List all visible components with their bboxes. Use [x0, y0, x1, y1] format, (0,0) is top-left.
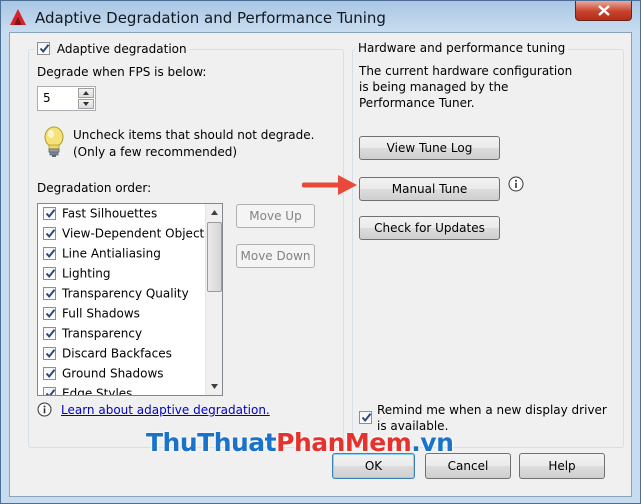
title-bar[interactable]: Adaptive Degradation and Performance Tun… [1, 1, 640, 33]
remind-driver-checkbox[interactable] [359, 410, 372, 424]
info-icon [37, 402, 52, 417]
list-item[interactable]: Transparency Quality [43, 286, 189, 306]
arrow-down-icon [83, 102, 89, 106]
spin-up-button[interactable] [78, 88, 94, 98]
item-label: View-Dependent Objects [62, 226, 211, 241]
check-icon [45, 329, 56, 339]
move-up-button[interactable]: Move Up [236, 204, 315, 228]
check-icon [361, 413, 372, 423]
list-item[interactable]: Fast Silhouettes [43, 206, 157, 226]
scroll-down-button[interactable] [206, 378, 222, 395]
item-checkbox[interactable] [43, 327, 56, 340]
list-item[interactable]: Discard Backfaces [43, 346, 172, 366]
item-label: Discard Backfaces [62, 346, 172, 361]
list-item[interactable]: Ground Shadows [43, 366, 164, 386]
check-icon [45, 229, 56, 239]
item-label: Ground Shadows [62, 366, 164, 381]
item-checkbox[interactable] [43, 267, 56, 280]
item-label: Transparency [62, 326, 143, 341]
tuner-desc-line-2: is being managed by the [359, 80, 509, 94]
red-arrow-annotation [302, 175, 357, 195]
check-for-updates-button[interactable]: Check for Updates [359, 216, 500, 240]
check-icon [45, 269, 56, 279]
item-checkbox[interactable] [43, 247, 56, 260]
item-checkbox[interactable] [43, 227, 56, 240]
check-icon [45, 289, 56, 299]
item-label: Fast Silhouettes [62, 206, 158, 221]
watermark-part-2: PhanMem [276, 428, 412, 457]
help-button[interactable]: Help [519, 453, 605, 479]
item-label: Line Antialiasing [62, 246, 161, 261]
move-down-button[interactable]: Move Down [236, 244, 315, 268]
learn-adaptive-degradation-link[interactable]: Learn about adaptive degradation. [61, 403, 270, 417]
check-icon [45, 249, 56, 259]
check-icon [45, 209, 56, 219]
fps-spinbox[interactable]: 5 [37, 86, 96, 111]
adaptive-degradation-checkbox[interactable] [37, 42, 50, 55]
dialog-window: Adaptive Degradation and Performance Tun… [0, 0, 641, 504]
watermark-part-1: ThuThuat [146, 428, 277, 457]
view-tune-log-button[interactable]: View Tune Log [359, 136, 500, 160]
item-checkbox[interactable] [43, 307, 56, 320]
list-item[interactable]: Transparency [43, 326, 142, 346]
list-item[interactable]: View-Dependent Objects [43, 226, 211, 246]
list-item[interactable]: Line Antialiasing [43, 246, 161, 266]
check-icon [45, 389, 56, 395]
autocad-app-icon [10, 9, 26, 25]
tuner-desc-line-1: The current hardware configuration [359, 64, 573, 78]
arrow-up-icon [211, 210, 218, 215]
fps-value[interactable]: 5 [43, 91, 51, 105]
check-icon [45, 349, 56, 359]
adaptive-degradation-label: Adaptive degradation [56, 41, 187, 56]
check-icon [45, 309, 56, 319]
list-item[interactable]: Edge Styles [43, 386, 133, 396]
hardware-tuning-legend: Hardware and performance tuning [355, 41, 569, 55]
lightbulb-icon [44, 126, 64, 157]
remind-checkbox[interactable] [359, 411, 372, 424]
item-checkbox[interactable] [43, 387, 56, 395]
hint-line-1: Uncheck items that should not degrade. [73, 128, 315, 142]
item-label: Lighting [62, 266, 111, 281]
hint-line-2: (Only a few recommended) [73, 145, 238, 159]
adaptive-degradation-toggle[interactable]: Adaptive degradation [34, 41, 190, 56]
manual-tune-button[interactable]: Manual Tune [359, 177, 500, 201]
list-item[interactable]: Lighting [43, 266, 111, 286]
check-icon [45, 369, 56, 379]
scroll-up-button[interactable] [206, 204, 222, 221]
list-scrollbar[interactable] [205, 204, 222, 395]
tuner-desc-line-3: Performance Tuner. [359, 96, 475, 110]
watermark-text: ThuThuatPhanMem.vn [146, 428, 454, 457]
spin-down-button[interactable] [78, 99, 94, 109]
item-checkbox[interactable] [43, 287, 56, 300]
arrow-up-icon [83, 91, 89, 95]
scroll-thumb[interactable] [207, 222, 222, 292]
close-button[interactable] [575, 1, 632, 21]
degradation-order-label: Degradation order: [37, 181, 152, 195]
remind-label-line-1: Remind me when a new display driver [377, 403, 607, 417]
watermark-part-3: .vn [411, 428, 454, 457]
item-label: Transparency Quality [62, 286, 189, 301]
item-label: Full Shadows [62, 306, 140, 321]
info-icon[interactable] [508, 176, 524, 192]
close-icon [598, 5, 610, 16]
check-icon [39, 44, 50, 54]
item-checkbox[interactable] [43, 207, 56, 220]
item-label: Edge Styles [62, 386, 133, 396]
arrow-down-icon [211, 384, 218, 389]
fps-label: Degrade when FPS is below: [37, 65, 207, 79]
item-checkbox[interactable] [43, 347, 56, 360]
degradation-order-list[interactable]: Fast Silhouettes View-Dependent Objects … [37, 203, 223, 396]
window-title: Adaptive Degradation and Performance Tun… [35, 9, 386, 27]
item-checkbox[interactable] [43, 367, 56, 380]
list-item[interactable]: Full Shadows [43, 306, 140, 326]
